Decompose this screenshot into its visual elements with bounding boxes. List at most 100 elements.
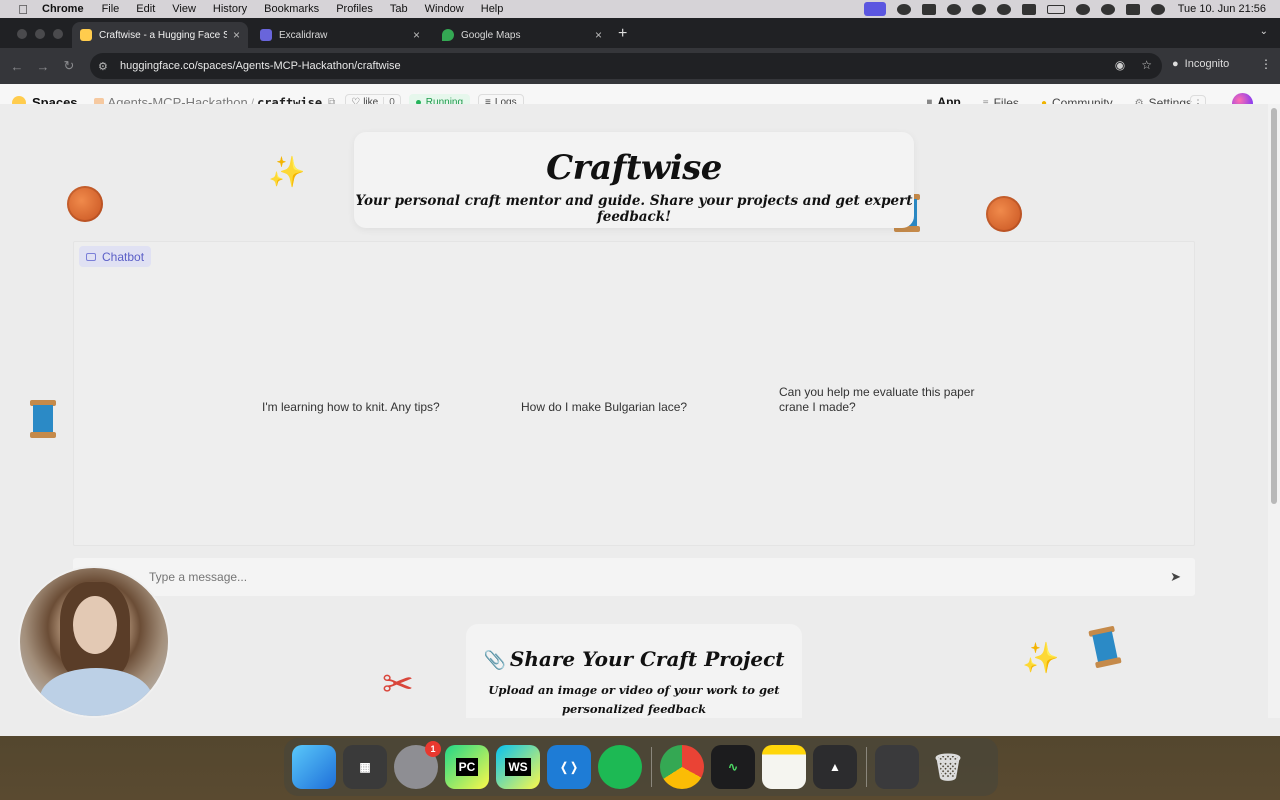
chat-bubble-icon [86,252,96,261]
minimize-window-icon[interactable] [35,29,45,39]
menu-edit[interactable]: Edit [136,3,155,15]
apple-menu-icon[interactable]:  [14,2,32,17]
webstorm-icon[interactable]: WS [496,745,540,789]
menu-tab[interactable]: Tab [390,3,408,15]
pen-icon[interactable] [971,3,986,15]
close-window-icon[interactable] [17,29,27,39]
share-project-card: 📎 Share Your Craft Project Upload an imag… [466,624,802,718]
chrome-icon[interactable] [660,745,704,789]
reload-icon[interactable]: ↻ [56,58,82,74]
omnibox-actions: ◉ ☆ [1115,58,1152,72]
finder-icon[interactable] [292,745,336,789]
back-arrow-icon[interactable]: ← [4,59,30,74]
notes-icon[interactable] [762,745,806,789]
tab-label: Google Maps [461,29,521,41]
pycharm-label: PC [455,758,479,776]
sparkles-icon: ✨ [1022,642,1060,675]
menu-bookmarks[interactable]: Bookmarks [264,3,319,15]
example-prompt-knit[interactable]: I'm learning how to knit. Any tips? [262,400,440,415]
pycharm-icon[interactable]: PC [445,745,489,789]
share-subtitle: Upload an image or video of your work to… [488,683,780,716]
presenter-shirt [40,668,152,716]
browser-toolbar: ← → ↻ ⚙ huggingface.co/spaces/Agents-MCP… [0,48,1280,84]
example-prompt-lace[interactable]: How do I make Bulgarian lace? [521,400,687,415]
webstorm-label: WS [505,758,531,776]
menu-profiles[interactable]: Profiles [336,3,373,15]
send-arrow-icon[interactable]: ➤ [1170,569,1181,585]
share-title-text: Share Your Craft Project [509,647,785,671]
screen-share-icon[interactable] [863,2,886,16]
chatbot-label: Chatbot [102,249,145,264]
window-controls [17,29,63,39]
unity-icon[interactable]: ▲ [813,745,857,789]
cube-icon[interactable] [896,3,911,15]
menubar-clock[interactable]: Tue 10. Jun 21:56 [1178,3,1266,15]
macos-menu-bar:  Chrome File Edit View History Bookmark… [0,0,1280,18]
bookmark-star-icon[interactable]: ☆ [1141,58,1152,72]
url-text[interactable]: huggingface.co/spaces/Agents-MCP-Hackath… [120,60,401,72]
scissors-icon: ✂ [382,664,414,706]
sparkles-icon: ✨ [268,156,306,189]
menu-app-name[interactable]: Chrome [42,3,84,15]
paperclip-icon: 📎 [483,650,506,671]
maps-pin-favicon-icon [442,29,454,41]
menu-view[interactable]: View [172,3,196,15]
spotify-icon[interactable] [598,745,642,789]
menu-window[interactable]: Window [425,3,464,15]
app-status-icon[interactable] [921,3,936,15]
incognito-icon: ● [1172,58,1179,70]
siri-icon[interactable] [1150,3,1165,15]
menu-help[interactable]: Help [481,3,504,15]
new-tab-plus-icon[interactable]: + [618,25,627,43]
tab-label: Craftwise - a Hugging Face S [99,29,227,41]
tab-excalidraw[interactable]: Excalidraw × [252,22,428,48]
menu-history[interactable]: History [213,3,247,15]
dock-separator [866,747,867,787]
close-tab-icon[interactable]: × [233,28,240,42]
tab-label: Excalidraw [279,29,328,41]
thread-spool-icon [1088,625,1122,669]
page-subtitle: Your personal craft mentor and guide. Sh… [355,193,913,225]
yarn-ball-icon [67,186,103,222]
launchpad-icon[interactable]: ▦ [343,745,387,789]
notification-badge: 1 [425,741,441,757]
webcam-overlay [18,566,170,718]
chrome-menu-icon[interactable]: ⋮ [1260,57,1272,71]
tab-craftwise[interactable]: Craftwise - a Hugging Face S × [72,22,248,48]
tab-google-maps[interactable]: Google Maps × [434,22,610,48]
huggingface-favicon-icon [80,29,92,41]
scrollbar-thumb[interactable] [1271,108,1277,504]
system-settings-icon[interactable]: 1 [394,741,441,789]
tab-search-chevron-icon[interactable]: ⌄ [1260,26,1268,37]
battery-icon[interactable] [1046,4,1065,14]
close-tab-icon[interactable]: × [595,28,602,42]
vscode-icon[interactable]: ❬❭ [547,745,591,789]
control-center-icon[interactable] [1125,3,1140,15]
message-input[interactable] [149,558,1149,596]
hero-card: Craftwise Your personal craft mentor and… [354,132,914,228]
menu-file[interactable]: File [102,3,120,15]
share-heading: 📎 Share Your Craft Project [466,647,802,671]
thread-spool-icon [30,400,56,438]
wifi-icon[interactable] [1075,3,1090,15]
status-area: Tue 10. Jun 21:56 [863,0,1266,18]
cloud-icon[interactable] [996,3,1011,15]
forward-arrow-icon[interactable]: → [30,59,56,74]
keyboard-layout-icon[interactable] [1021,3,1036,15]
zoom-window-icon[interactable] [53,29,63,39]
chatbot-label-badge: Chatbot [79,246,152,267]
sync-icon[interactable] [946,3,961,15]
example-prompt-crane[interactable]: Can you help me evaluate this paper cran… [779,385,999,415]
screen-recording-icon[interactable] [875,745,919,789]
search-icon[interactable] [1100,3,1115,15]
site-info-icon[interactable]: ⚙ [98,60,116,73]
close-tab-icon[interactable]: × [413,28,420,42]
incognito-label: Incognito [1184,58,1230,70]
trash-icon[interactable]: 🗑 [926,745,970,789]
eye-slash-icon[interactable]: ◉ [1115,58,1125,72]
address-bar[interactable]: ⚙ huggingface.co/spaces/Agents-MCP-Hacka… [90,53,1162,79]
incognito-indicator[interactable]: ● Incognito [1172,58,1229,70]
activity-monitor-icon[interactable]: ∿ [711,745,755,789]
app-page: ✨ ✨ ✨ ✂ Craftwise Your personal craft me… [0,104,1268,718]
excalidraw-favicon-icon [260,29,272,41]
